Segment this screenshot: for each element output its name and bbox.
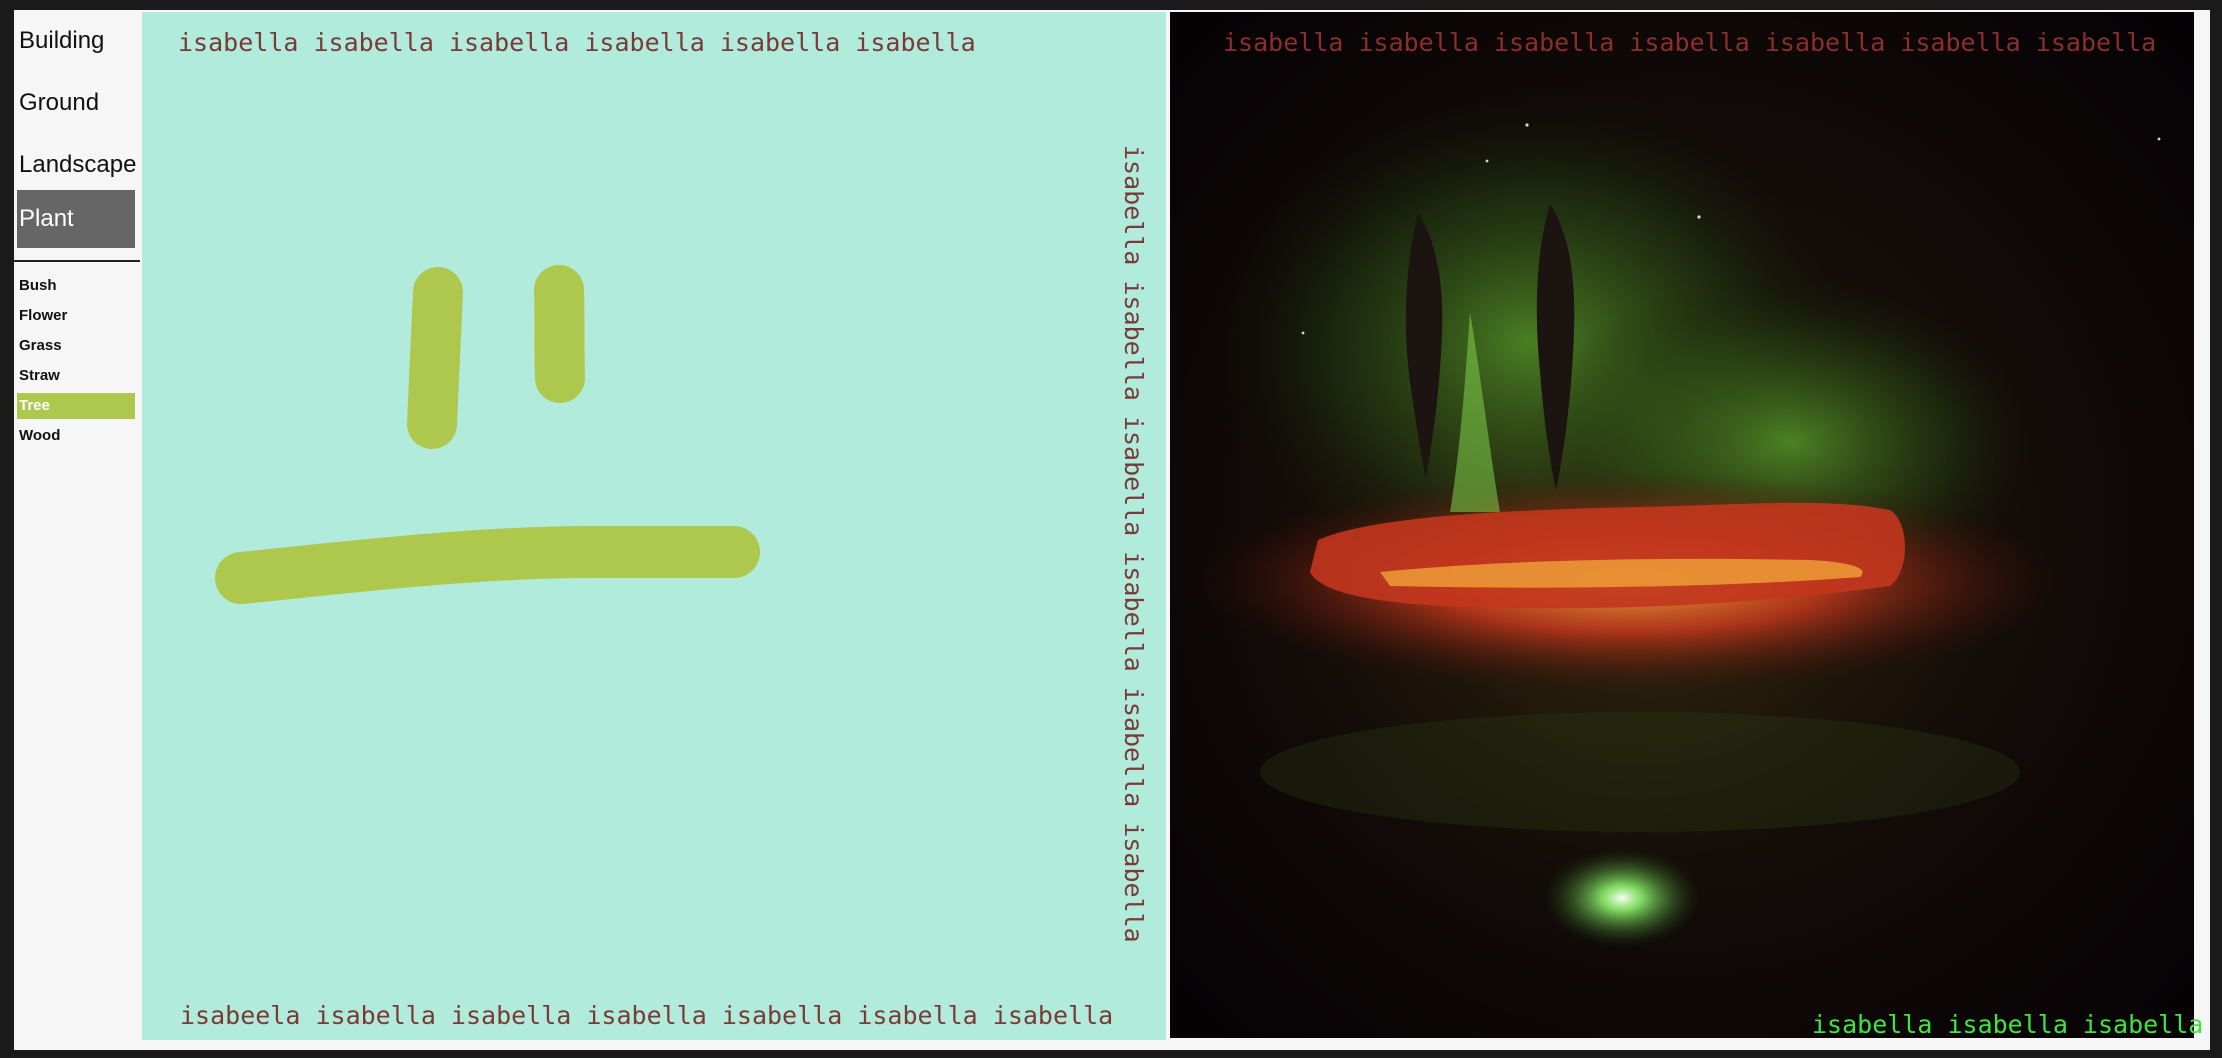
canvas-top-label: isabella isabella isabella isabella isab…	[178, 28, 976, 57]
output-bottom-label: isabella isabella isabella	[1812, 1010, 2204, 1039]
subcategory-grass[interactable]: Grass	[17, 333, 135, 359]
category-building[interactable]: Building	[17, 12, 135, 70]
category-landscape[interactable]: Landscape	[17, 136, 136, 194]
subcategory-tree[interactable]: Tree	[17, 393, 135, 419]
category-plant[interactable]: Plant	[17, 190, 135, 248]
canvas-bottom-label: isabeela isabella isabella isabella isab…	[180, 1001, 1114, 1030]
brush-stroke-left-vertical	[407, 267, 463, 449]
star	[1697, 215, 1701, 219]
subcategory-wood[interactable]: Wood	[17, 423, 135, 449]
generated-scene	[1180, 82, 2161, 952]
star	[1301, 331, 1305, 335]
brush-stroke-horizontal	[215, 525, 760, 604]
star	[1485, 159, 1489, 163]
subcategory-straw[interactable]: Straw	[17, 363, 135, 389]
canvas-right-label: isabella isabella isabella isabella isab…	[1119, 145, 1148, 943]
drawing-canvas[interactable]	[142, 12, 1166, 1040]
brush-stroke-right-vertical	[534, 265, 585, 403]
brush-strokes	[215, 265, 760, 604]
output-top-label: isabella isabella isabella isabella isab…	[1223, 28, 2157, 57]
star	[1525, 123, 1529, 127]
category-divider	[14, 260, 140, 262]
star	[2157, 137, 2161, 141]
category-sidebar: Building Ground Landscape Plant Bush Flo…	[14, 10, 140, 1050]
category-ground[interactable]: Ground	[17, 74, 135, 132]
green-sun	[1542, 848, 1702, 948]
subcategory-bush[interactable]: Bush	[17, 273, 135, 299]
subcategory-flower[interactable]: Flower	[17, 303, 135, 329]
ground-shadow	[1260, 712, 2020, 832]
generated-image	[1170, 12, 2194, 1038]
